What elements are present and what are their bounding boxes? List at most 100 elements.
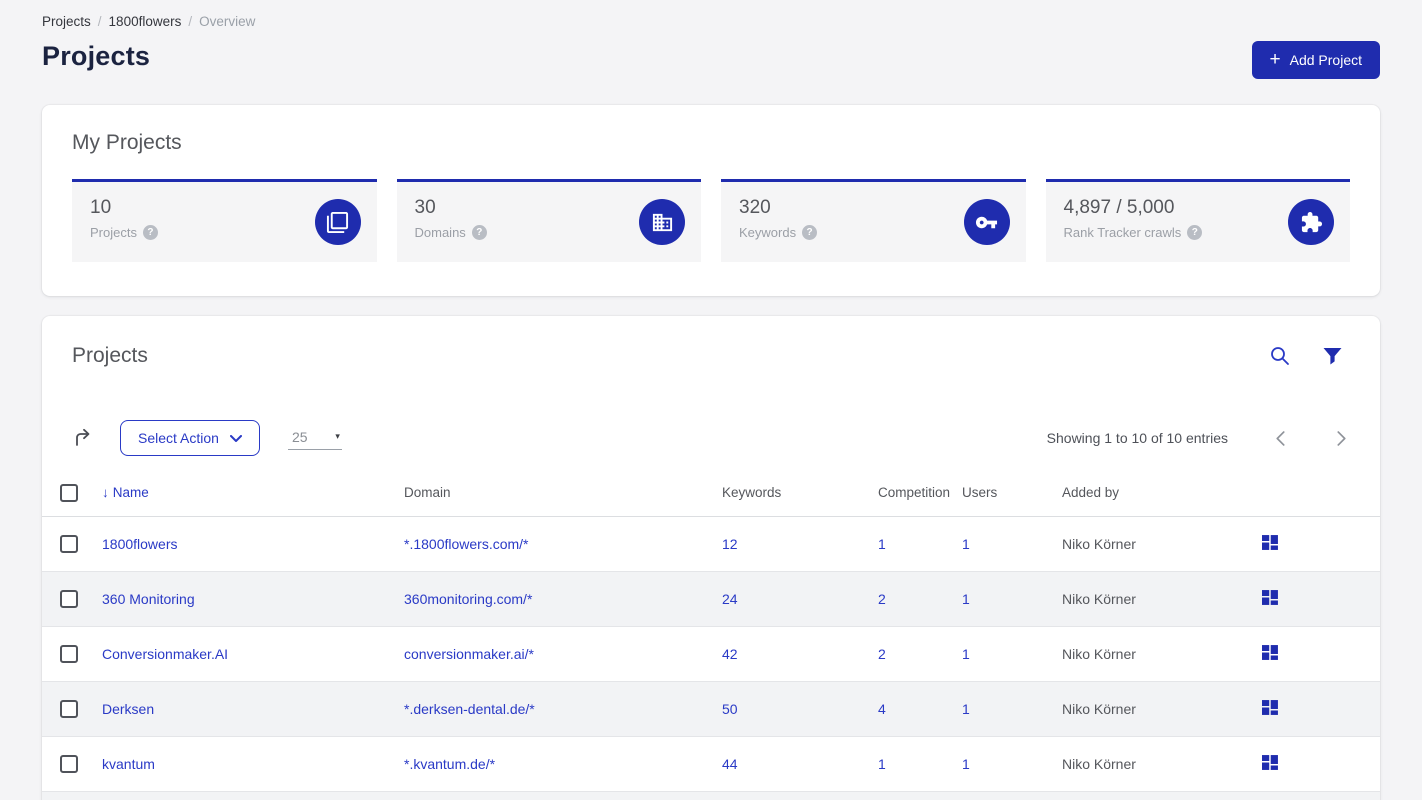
breadcrumb-separator: / [97,14,102,29]
row-checkbox[interactable] [60,754,78,773]
breadcrumb-projects[interactable]: Projects [42,14,91,29]
project-users-value[interactable]: 1 [962,701,970,717]
column-header-competition[interactable]: Competition [872,470,956,517]
project-domain-link[interactable]: *.1800flowers.com/* [404,536,529,552]
project-domain-link[interactable]: 360monitoring.com/* [404,591,532,607]
stat-label: Domains [414,225,466,240]
project-keywords-value[interactable]: 44 [722,756,738,772]
project-added-by: Niko Körner [1062,645,1136,662]
stat-label: Keywords [739,225,797,240]
help-icon[interactable]: ? [142,225,158,240]
column-header-added-by[interactable]: Added by [1056,470,1250,517]
breadcrumb-1800flowers[interactable]: 1800flowers [109,14,182,29]
project-domain-link[interactable]: *.derksen-dental.de/* [404,701,535,717]
stats-grid: 10 Projects ? 30 Domains ? 320 Keywords … [72,179,1350,262]
column-header-keywords[interactable]: Keywords [716,470,872,517]
help-icon[interactable]: ? [1187,225,1203,240]
project-users-value[interactable]: 1 [962,756,970,772]
page-title: Projects [42,41,151,71]
project-keywords-value[interactable]: 42 [722,646,738,662]
showing-entries-text: Showing 1 to 10 of 10 entries [1046,430,1228,446]
row-checkbox[interactable] [60,589,78,608]
page-size-value: 25 [291,428,308,445]
previous-page-button[interactable] [1272,427,1289,450]
plus-icon: + [1269,48,1281,70]
filter-icon[interactable] [1323,347,1342,365]
project-competition-value[interactable]: 1 [878,536,886,552]
column-header-domain[interactable]: Domain [398,470,716,517]
project-added-by: Niko Körner [1062,700,1136,717]
project-keywords-value[interactable]: 50 [722,701,738,717]
row-checkbox[interactable] [60,534,78,553]
stat-tile-keywords: 320 Keywords ? [721,179,1026,262]
column-header-users[interactable]: Users [956,470,1056,517]
select-action-dropdown[interactable]: Select Action [120,420,260,456]
select-all-checkbox[interactable] [60,483,78,502]
key-icon [963,199,1010,245]
building-icon [639,199,685,245]
my-projects-card: My Projects 10 Projects ? 30 Domains ? 3… [42,105,1380,296]
export-arrow-icon[interactable] [72,427,94,449]
dashboard-grid-icon[interactable] [1262,534,1279,551]
projects-panel-title: Projects [72,344,148,367]
stat-tile-projects: 10 Projects ? [72,179,377,262]
project-name-link[interactable]: kvantum [102,756,155,772]
stat-label: Projects [90,225,137,240]
table-toolbar: Select Action 25 ▾ Showing 1 to 10 of 10… [42,420,1380,456]
projects-table: ↓ Name Domain Keywords Competition Users … [42,470,1380,800]
dashboard-grid-icon[interactable] [1262,699,1279,716]
sort-desc-icon: ↓ [102,485,109,501]
project-domain-link[interactable]: *.kvantum.de/* [404,756,495,772]
search-icon[interactable] [1270,346,1290,366]
projects-panel: Projects Select Action 25 ▾ Showing 1 to… [42,316,1380,800]
dashboard-grid-icon[interactable] [1262,589,1279,606]
project-competition-value[interactable]: 1 [878,756,886,772]
project-name-link[interactable]: 360 Monitoring [102,591,195,607]
select-action-label: Select Action [138,430,219,446]
page-size-select[interactable]: 25 ▾ [287,427,342,450]
breadcrumb-separator: / [188,14,193,29]
stat-tile-domains: 30 Domains ? [396,179,701,262]
project-users-value[interactable]: 1 [962,591,970,607]
help-icon[interactable]: ? [802,225,818,240]
table-row: kvantum *.kvantum.de/* 44 1 1 Niko Körne… [42,736,1380,791]
add-project-label: Add Project [1289,52,1362,68]
projects-table-body: 1800flowers *.1800flowers.com/* 12 1 1 N… [42,516,1380,791]
my-projects-title: My Projects [72,131,182,154]
dashboard-grid-icon[interactable] [1262,754,1279,771]
project-users-value[interactable]: 1 [962,536,970,552]
help-icon[interactable]: ? [471,225,487,240]
project-competition-value[interactable]: 2 [878,591,886,607]
project-competition-value[interactable]: 2 [878,646,886,662]
puzzle-icon [1288,199,1334,245]
project-domain-link[interactable]: conversionmaker.ai/* [404,646,534,662]
stat-label: Rank Tracker crawls [1063,225,1182,240]
stat-tile-rank-tracker: 4,897 / 5,000 Rank Tracker crawls ? [1045,179,1350,262]
project-users-value[interactable]: 1 [962,646,970,662]
add-project-button[interactable]: + Add Project [1251,41,1380,79]
page-header: Projects + Add Project [42,41,1380,79]
table-row: 360 Monitoring 360monitoring.com/* 24 2 … [42,571,1380,626]
table-row-partial [42,791,1380,800]
project-keywords-value[interactable]: 24 [722,591,738,607]
column-header-name[interactable]: ↓ Name [96,470,398,517]
breadcrumb-overview: Overview [199,14,256,29]
dashboard-grid-icon[interactable] [1262,644,1279,661]
table-row: Conversionmaker.AI conversionmaker.ai/* … [42,626,1380,681]
page: Projects / 1800flowers / Overview Projec… [0,0,1422,800]
table-header-row: ↓ Name Domain Keywords Competition Users … [42,470,1380,517]
breadcrumb: Projects / 1800flowers / Overview [42,14,1380,29]
project-name-link[interactable]: 1800flowers [102,536,178,552]
project-competition-value[interactable]: 4 [878,701,886,717]
project-name-link[interactable]: Derksen [102,701,154,717]
row-checkbox[interactable] [60,699,78,718]
chevron-down-icon [229,434,242,442]
row-checkbox[interactable] [60,644,78,663]
project-keywords-value[interactable]: 12 [722,536,738,552]
next-page-button[interactable] [1333,427,1350,450]
table-row: Derksen *.derksen-dental.de/* 50 4 1 Nik… [42,681,1380,736]
select-caret-icon: ▾ [335,431,340,441]
project-added-by: Niko Körner [1062,590,1136,607]
project-added-by: Niko Körner [1062,535,1136,552]
project-name-link[interactable]: Conversionmaker.AI [102,646,228,662]
